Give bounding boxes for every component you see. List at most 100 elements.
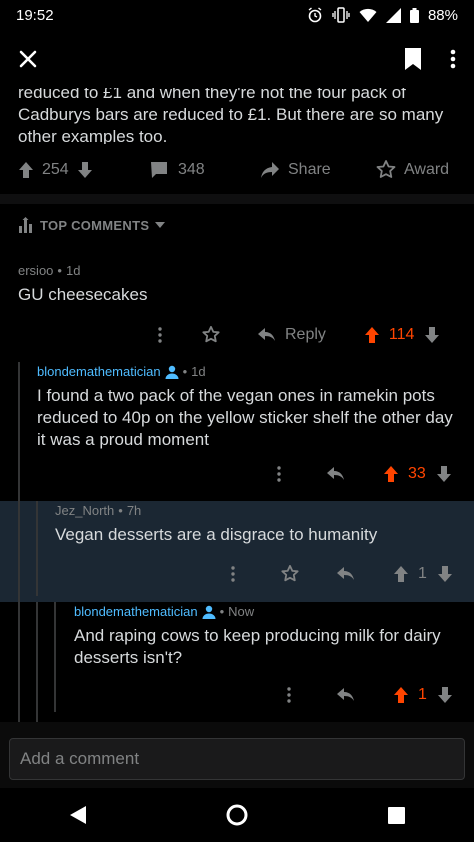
meta-separator: •: [182, 364, 188, 379]
comment-age: 1d: [65, 263, 81, 278]
comment-author[interactable]: Jez_North: [55, 503, 114, 518]
comment-meta: ersioo • 1d: [18, 263, 80, 278]
award-icon: [376, 160, 396, 180]
recents-icon[interactable]: [387, 806, 405, 824]
app-bar: [0, 30, 474, 88]
more-options-icon[interactable]: [277, 466, 281, 482]
comment-sort-button[interactable]: TOP COMMENTS: [18, 210, 166, 240]
downvote-icon[interactable]: [77, 161, 93, 179]
chevron-down-icon: [155, 222, 166, 228]
award-icon[interactable]: [281, 565, 299, 583]
upvote-icon[interactable]: [383, 465, 399, 483]
comment-text-line: I found a two pack of the vegan ones in …: [37, 386, 435, 405]
battery-icon: [409, 7, 419, 23]
post-comment-count: 348: [178, 161, 205, 178]
downvote-icon[interactable]: [436, 465, 452, 483]
comment-author[interactable]: blondemathematician: [74, 604, 198, 619]
status-icons: 88%: [307, 7, 458, 24]
downvote-icon[interactable]: [437, 565, 453, 583]
upvote-icon[interactable]: [364, 326, 380, 344]
post-body-line: other examples too.: [18, 127, 168, 144]
comment-actions: Reply 114: [158, 322, 440, 348]
system-nav-bar: [0, 788, 474, 842]
reply-label: Reply: [285, 326, 326, 343]
more-options-icon[interactable]: [231, 566, 235, 582]
comment-text-line: desserts isn't?: [74, 648, 183, 667]
comment-author[interactable]: blondemathematician: [37, 364, 161, 379]
meta-separator: •: [219, 604, 225, 619]
meta-separator: •: [118, 503, 123, 518]
back-icon[interactable]: [69, 805, 87, 825]
reply-button[interactable]: Reply: [258, 326, 326, 344]
thread-line: [36, 501, 38, 596]
add-comment-placeholder: Add a comment: [20, 749, 140, 768]
post-comments-button[interactable]: 348: [150, 161, 205, 179]
reply-icon[interactable]: [337, 688, 355, 702]
comment-text: And raping cows to keep producing milk f…: [74, 625, 441, 669]
sort-label: TOP COMMENTS: [40, 217, 150, 233]
overflow-menu-icon[interactable]: [450, 49, 456, 69]
comment-meta: Jez_North • 7h: [55, 503, 141, 518]
comment-text-line: reduced to 40p on the yellow sticker she…: [37, 408, 453, 427]
more-options-icon[interactable]: [158, 327, 162, 343]
award-label: Award: [404, 161, 450, 178]
upvote-icon[interactable]: [18, 161, 34, 179]
sort-icon: [18, 217, 34, 233]
comment-text: GU cheesecakes: [18, 285, 148, 304]
meta-separator: •: [57, 263, 62, 278]
op-user-icon: [165, 365, 179, 379]
thread-line: [18, 501, 20, 602]
award-icon[interactable]: [202, 326, 220, 344]
status-time: 19:52: [16, 6, 54, 24]
battery-percent: 88%: [427, 6, 458, 24]
thread-line: [54, 602, 56, 712]
comment-icon: [150, 161, 168, 179]
post-vote: 254: [18, 161, 93, 179]
comment-text: Vegan desserts are a disgrace to humanit…: [55, 525, 378, 544]
comment-meta: blondemathematician • 1d: [37, 364, 206, 379]
reply-icon[interactable]: [327, 467, 345, 481]
comment-score: 33: [408, 465, 426, 482]
reply-icon[interactable]: [337, 567, 355, 581]
comment-age: Now: [228, 604, 255, 619]
close-icon[interactable]: [18, 49, 38, 69]
share-button[interactable]: Share: [260, 161, 331, 179]
comment-age: 7h: [126, 503, 142, 518]
comment-age: 1d: [191, 364, 206, 379]
alarm-icon: [307, 7, 323, 23]
cell-signal-icon: [385, 7, 401, 23]
bookmark-icon[interactable]: [404, 47, 422, 71]
vibrate-icon: [332, 7, 350, 23]
post-actions: 254 348 Share Award: [0, 154, 474, 186]
downvote-icon[interactable]: [424, 326, 440, 344]
comment-score: 1: [418, 565, 427, 582]
wifi-icon: [359, 8, 377, 23]
comment-author[interactable]: ersioo: [18, 263, 53, 278]
comment-meta: blondemathematician • Now: [74, 604, 254, 619]
home-icon[interactable]: [225, 803, 249, 827]
comment-text-line: it was a proud moment: [37, 430, 209, 449]
section-divider: [0, 194, 474, 204]
reply-icon: [258, 328, 276, 342]
comment-score: 1: [418, 686, 427, 703]
post-body: reduced to £1 and when they're not the f…: [18, 82, 458, 144]
op-user-icon: [202, 605, 216, 619]
post-body-line: Cadburys bars are reduced to £1. But the…: [18, 105, 444, 124]
comment-actions: 1: [231, 561, 453, 587]
upvote-icon[interactable]: [393, 565, 409, 583]
add-comment-input[interactable]: Add a comment: [9, 738, 465, 780]
comment-actions: 1: [287, 682, 453, 708]
thread-line: [36, 602, 38, 722]
comment-text: I found a two pack of the vegan ones in …: [37, 385, 453, 451]
comment-score: 114: [388, 326, 415, 343]
share-icon: [260, 161, 280, 179]
comment-actions: 33: [277, 461, 452, 487]
share-label: Share: [288, 161, 331, 178]
post-score: 254: [42, 161, 69, 178]
upvote-icon[interactable]: [393, 686, 409, 704]
status-bar: 19:52 88%: [0, 0, 474, 30]
award-button[interactable]: Award: [376, 160, 449, 180]
more-options-icon[interactable]: [287, 687, 291, 703]
downvote-icon[interactable]: [437, 686, 453, 704]
comment-text-line: And raping cows to keep producing milk f…: [74, 626, 441, 645]
